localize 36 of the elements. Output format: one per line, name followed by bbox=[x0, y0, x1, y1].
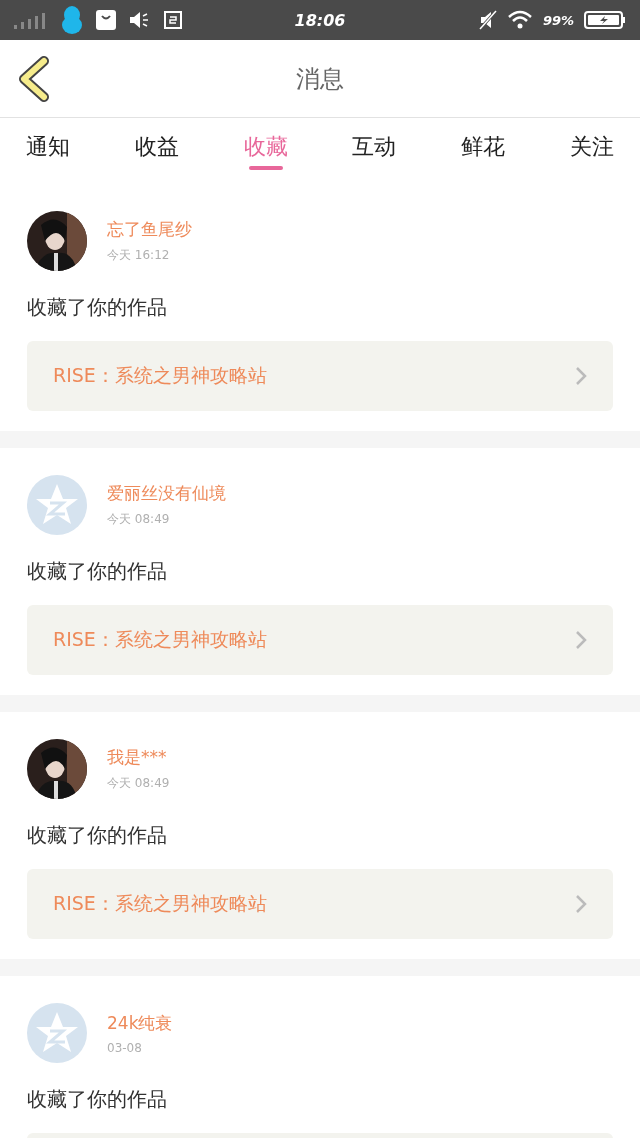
battery-icon bbox=[584, 10, 626, 30]
work-link[interactable]: RISE：系统之男神攻略站 bbox=[27, 605, 613, 675]
tab[interactable]: 互动 bbox=[340, 118, 409, 178]
mute-icon bbox=[478, 10, 497, 30]
work-link[interactable]: RISE：系统之男神攻略站 bbox=[27, 869, 613, 939]
tab[interactable]: 收益 bbox=[122, 118, 191, 178]
message-time: 03-08 bbox=[107, 1040, 143, 1055]
speaker-icon bbox=[128, 10, 150, 30]
tab[interactable]: 关注 bbox=[558, 118, 626, 178]
message-time: 今天 16:12 bbox=[107, 247, 171, 264]
wifi-icon bbox=[506, 10, 533, 30]
message-text: 收藏了你的作品 bbox=[27, 294, 168, 321]
status-time: 18:06 bbox=[294, 10, 346, 30]
message-time: 今天 08:49 bbox=[107, 775, 170, 792]
tab[interactable]: 通知 bbox=[14, 118, 82, 178]
bag-icon bbox=[96, 10, 116, 30]
battery-percent: 99% bbox=[542, 12, 574, 28]
signal-icon bbox=[14, 11, 48, 29]
message-text: 收藏了你的作品 bbox=[27, 1086, 168, 1113]
tab[interactable]: 鲜花 bbox=[449, 118, 518, 178]
user-name[interactable]: 我是*** bbox=[107, 746, 170, 769]
default-avatar-icon bbox=[27, 475, 87, 535]
chevron-right-icon bbox=[575, 630, 587, 650]
user-name[interactable]: 爱丽丝没有仙境 bbox=[107, 482, 226, 505]
user-name[interactable]: 忘了鱼尾纱 bbox=[107, 218, 192, 241]
message-time: 今天 08:49 bbox=[107, 511, 171, 528]
default-avatar-icon bbox=[27, 1003, 87, 1063]
message-text: 收藏了你的作品 bbox=[27, 558, 168, 585]
message-text: 收藏了你的作品 bbox=[27, 822, 168, 849]
work-link[interactable]: RISE：系统之男神攻略站 bbox=[27, 341, 613, 411]
chevron-right-icon bbox=[575, 894, 587, 914]
chevron-right-icon bbox=[575, 366, 587, 386]
tab[interactable]: 收藏 bbox=[231, 118, 300, 178]
back-button[interactable] bbox=[16, 56, 52, 102]
user-name[interactable]: 24k纯衰 bbox=[107, 1011, 173, 1035]
page-title: 消息 bbox=[296, 63, 344, 95]
